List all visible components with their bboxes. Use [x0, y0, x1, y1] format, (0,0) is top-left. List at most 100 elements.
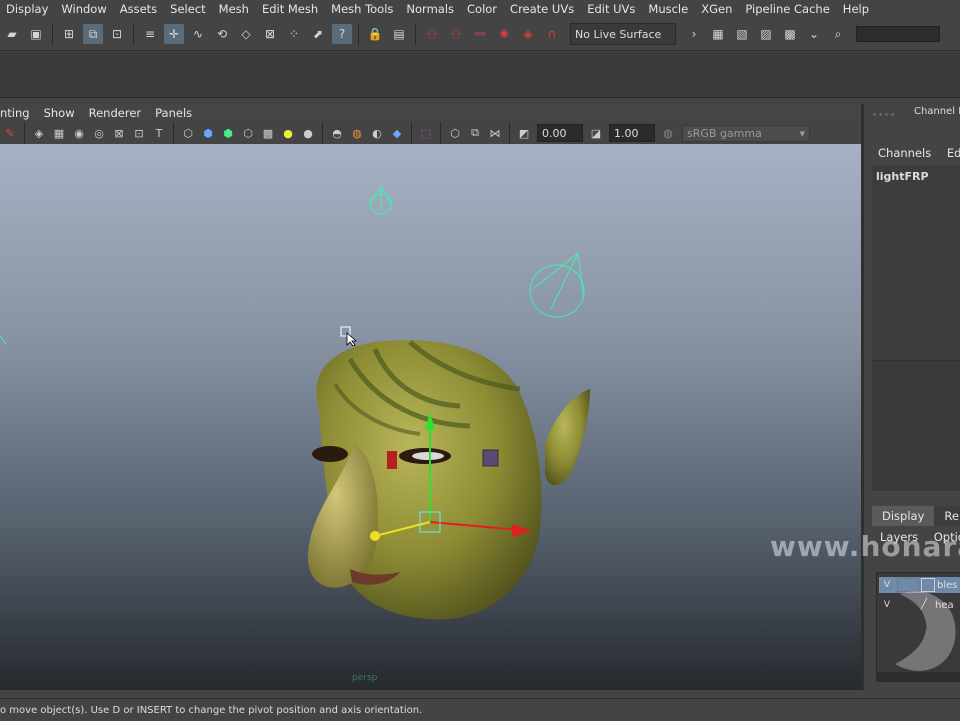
- xray-joints-icon[interactable]: ⧉: [467, 125, 483, 141]
- chevron-down-icon[interactable]: ⌄: [804, 24, 824, 44]
- gamma-icon[interactable]: ◪: [588, 125, 604, 141]
- main-menubar: Display Window Assets Select Mesh Edit M…: [0, 0, 960, 18]
- menu-mesh[interactable]: Mesh: [219, 2, 249, 16]
- gamma-input[interactable]: 1.00: [609, 124, 655, 142]
- menu-xgen[interactable]: XGen: [701, 2, 732, 16]
- panel-menu-panels[interactable]: Panels: [155, 106, 192, 120]
- shadows-icon[interactable]: ●: [300, 125, 316, 141]
- save-scene-icon[interactable]: ▣: [26, 24, 46, 44]
- mouse-cursor-icon: [340, 326, 360, 349]
- resolution-gate-icon[interactable]: ◉: [71, 125, 87, 141]
- menu-edit-uvs[interactable]: Edit UVs: [587, 2, 635, 16]
- menu-display[interactable]: Display: [6, 2, 48, 16]
- menu-select[interactable]: Select: [170, 2, 205, 16]
- history-icon[interactable]: ▤: [389, 24, 409, 44]
- menu-muscle[interactable]: Muscle: [648, 2, 688, 16]
- toolbar-divider: [358, 23, 359, 45]
- snap-curve-icon[interactable]: ∿: [188, 24, 208, 44]
- depth-of-field-icon[interactable]: ◆: [389, 125, 405, 141]
- color-management-icon[interactable]: ◍: [660, 125, 676, 141]
- render-globals-icon[interactable]: ▩: [780, 24, 800, 44]
- default-material-icon[interactable]: ⬡: [240, 125, 256, 141]
- toolbar-divider: [52, 23, 53, 45]
- field-chart-icon[interactable]: ⊠: [111, 125, 127, 141]
- channel-box-menu-edit[interactable]: Edit: [947, 146, 960, 160]
- safe-action-icon[interactable]: ⊡: [131, 125, 147, 141]
- magnet-icon[interactable]: ∩: [542, 24, 562, 44]
- pencil-icon[interactable]: ✎: [2, 125, 18, 141]
- select-component-icon[interactable]: ⊡: [107, 24, 127, 44]
- snap-grid-icon[interactable]: ✛: [164, 24, 184, 44]
- make-live-icon[interactable]: ⁘: [284, 24, 304, 44]
- snap-surface-icon[interactable]: ◇: [236, 24, 256, 44]
- smooth-shade-icon[interactable]: ⬢: [200, 125, 216, 141]
- hypershade-icon[interactable]: ✺: [494, 24, 514, 44]
- channel-box-menu: Channels Edit: [878, 146, 960, 160]
- menu-help[interactable]: Help: [843, 2, 869, 16]
- select-object-icon[interactable]: ⧉: [83, 24, 103, 44]
- tab-display[interactable]: Display: [872, 506, 935, 526]
- menu-create-uvs[interactable]: Create UVs: [510, 2, 574, 16]
- channel-box-list[interactable]: [872, 166, 960, 360]
- render-sequence-icon[interactable]: ▧: [732, 24, 752, 44]
- xray-components-icon[interactable]: ⋈: [487, 125, 503, 141]
- menu-normals[interactable]: Normals: [406, 2, 454, 16]
- search-mode-icon[interactable]: ⌕: [828, 24, 848, 44]
- motion-blur-icon[interactable]: ◍: [349, 125, 365, 141]
- selection-mask-icon[interactable]: ≡: [140, 24, 160, 44]
- help-icon[interactable]: ?: [332, 24, 352, 44]
- menu-edit-mesh[interactable]: Edit Mesh: [262, 2, 318, 16]
- menu-mesh-tools[interactable]: Mesh Tools: [331, 2, 393, 16]
- render-frame-icon[interactable]: ▦: [708, 24, 728, 44]
- live-surface-field[interactable]: No Live Surface: [570, 23, 676, 45]
- snap-point-icon[interactable]: ⟲: [212, 24, 232, 44]
- screen-space-ao-icon[interactable]: ◓: [329, 125, 345, 141]
- toolbar-divider: [509, 122, 510, 144]
- panel-menu-show[interactable]: Show: [44, 106, 75, 120]
- isolate-view-icon[interactable]: ⬚: [418, 125, 434, 141]
- anti-aliasing-icon[interactable]: ◐: [369, 125, 385, 141]
- perspective-viewport[interactable]: persp: [0, 144, 861, 690]
- exposure-icon[interactable]: ◩: [516, 125, 532, 141]
- chevron-right-icon[interactable]: ›: [684, 24, 704, 44]
- spot-light-gizmo[interactable]: [369, 185, 393, 215]
- menu-color[interactable]: Color: [467, 2, 497, 16]
- menu-window[interactable]: Window: [61, 2, 106, 16]
- ipr-render-icon[interactable]: ⚇: [446, 24, 466, 44]
- viewport-toolbar: ✎ ◈ ▦ ◉ ◎ ⊠ ⊡ T ⬡ ⬢ ⬢ ⬡ ▩ ● ● ◓ ◍ ◐ ◆ ⬚ …: [0, 122, 862, 144]
- panel-grip-icon[interactable]: ∙∙∙∙: [872, 110, 896, 119]
- open-scene-icon[interactable]: ▰: [2, 24, 22, 44]
- menu-pipeline-cache[interactable]: Pipeline Cache: [745, 2, 829, 16]
- xray-icon[interactable]: ⬡: [447, 125, 463, 141]
- render-layer-icon[interactable]: ▨: [756, 24, 776, 44]
- select-hierarchy-icon[interactable]: ⊞: [59, 24, 79, 44]
- view-transform-value: sRGB gamma: [687, 126, 762, 140]
- textured-icon[interactable]: ▩: [260, 125, 276, 141]
- panel-menu-renderer[interactable]: Renderer: [89, 106, 142, 120]
- search-input[interactable]: [856, 26, 940, 42]
- symmetry-icon[interactable]: ⬈: [308, 24, 328, 44]
- render-settings-icon[interactable]: ⚯: [470, 24, 490, 44]
- wireframe-on-shaded-icon[interactable]: ⬢: [220, 125, 236, 141]
- goblin-head-mesh[interactable]: [307, 339, 590, 620]
- channel-box-menu-channels[interactable]: Channels: [878, 146, 931, 160]
- spot-light-gizmo-2[interactable]: [529, 252, 585, 318]
- render-current-frame-icon[interactable]: ⚇: [422, 24, 442, 44]
- safe-title-icon[interactable]: T: [151, 125, 167, 141]
- exposure-input[interactable]: 0.00: [537, 124, 583, 142]
- panel-menu-lighting[interactable]: nting: [0, 106, 30, 120]
- view-transform-dropdown[interactable]: sRGB gamma ▾: [682, 124, 810, 142]
- selected-object-name[interactable]: lightFRP: [876, 170, 929, 183]
- snap-view-plane-icon[interactable]: ⊠: [260, 24, 280, 44]
- tab-render[interactable]: Render: [934, 506, 960, 526]
- menu-assets[interactable]: Assets: [120, 2, 157, 16]
- film-gate-icon[interactable]: ▦: [51, 125, 67, 141]
- isolate-select-icon[interactable]: ◈: [31, 125, 47, 141]
- light-gizmo-edge[interactable]: [0, 335, 7, 345]
- lock-icon[interactable]: 🔒: [365, 24, 385, 44]
- wireframe-icon[interactable]: ⬡: [180, 125, 196, 141]
- toolbar-divider: [440, 122, 441, 144]
- gate-mask-icon[interactable]: ◎: [91, 125, 107, 141]
- use-all-lights-icon[interactable]: ●: [280, 125, 296, 141]
- render-view-icon[interactable]: ◈: [518, 24, 538, 44]
